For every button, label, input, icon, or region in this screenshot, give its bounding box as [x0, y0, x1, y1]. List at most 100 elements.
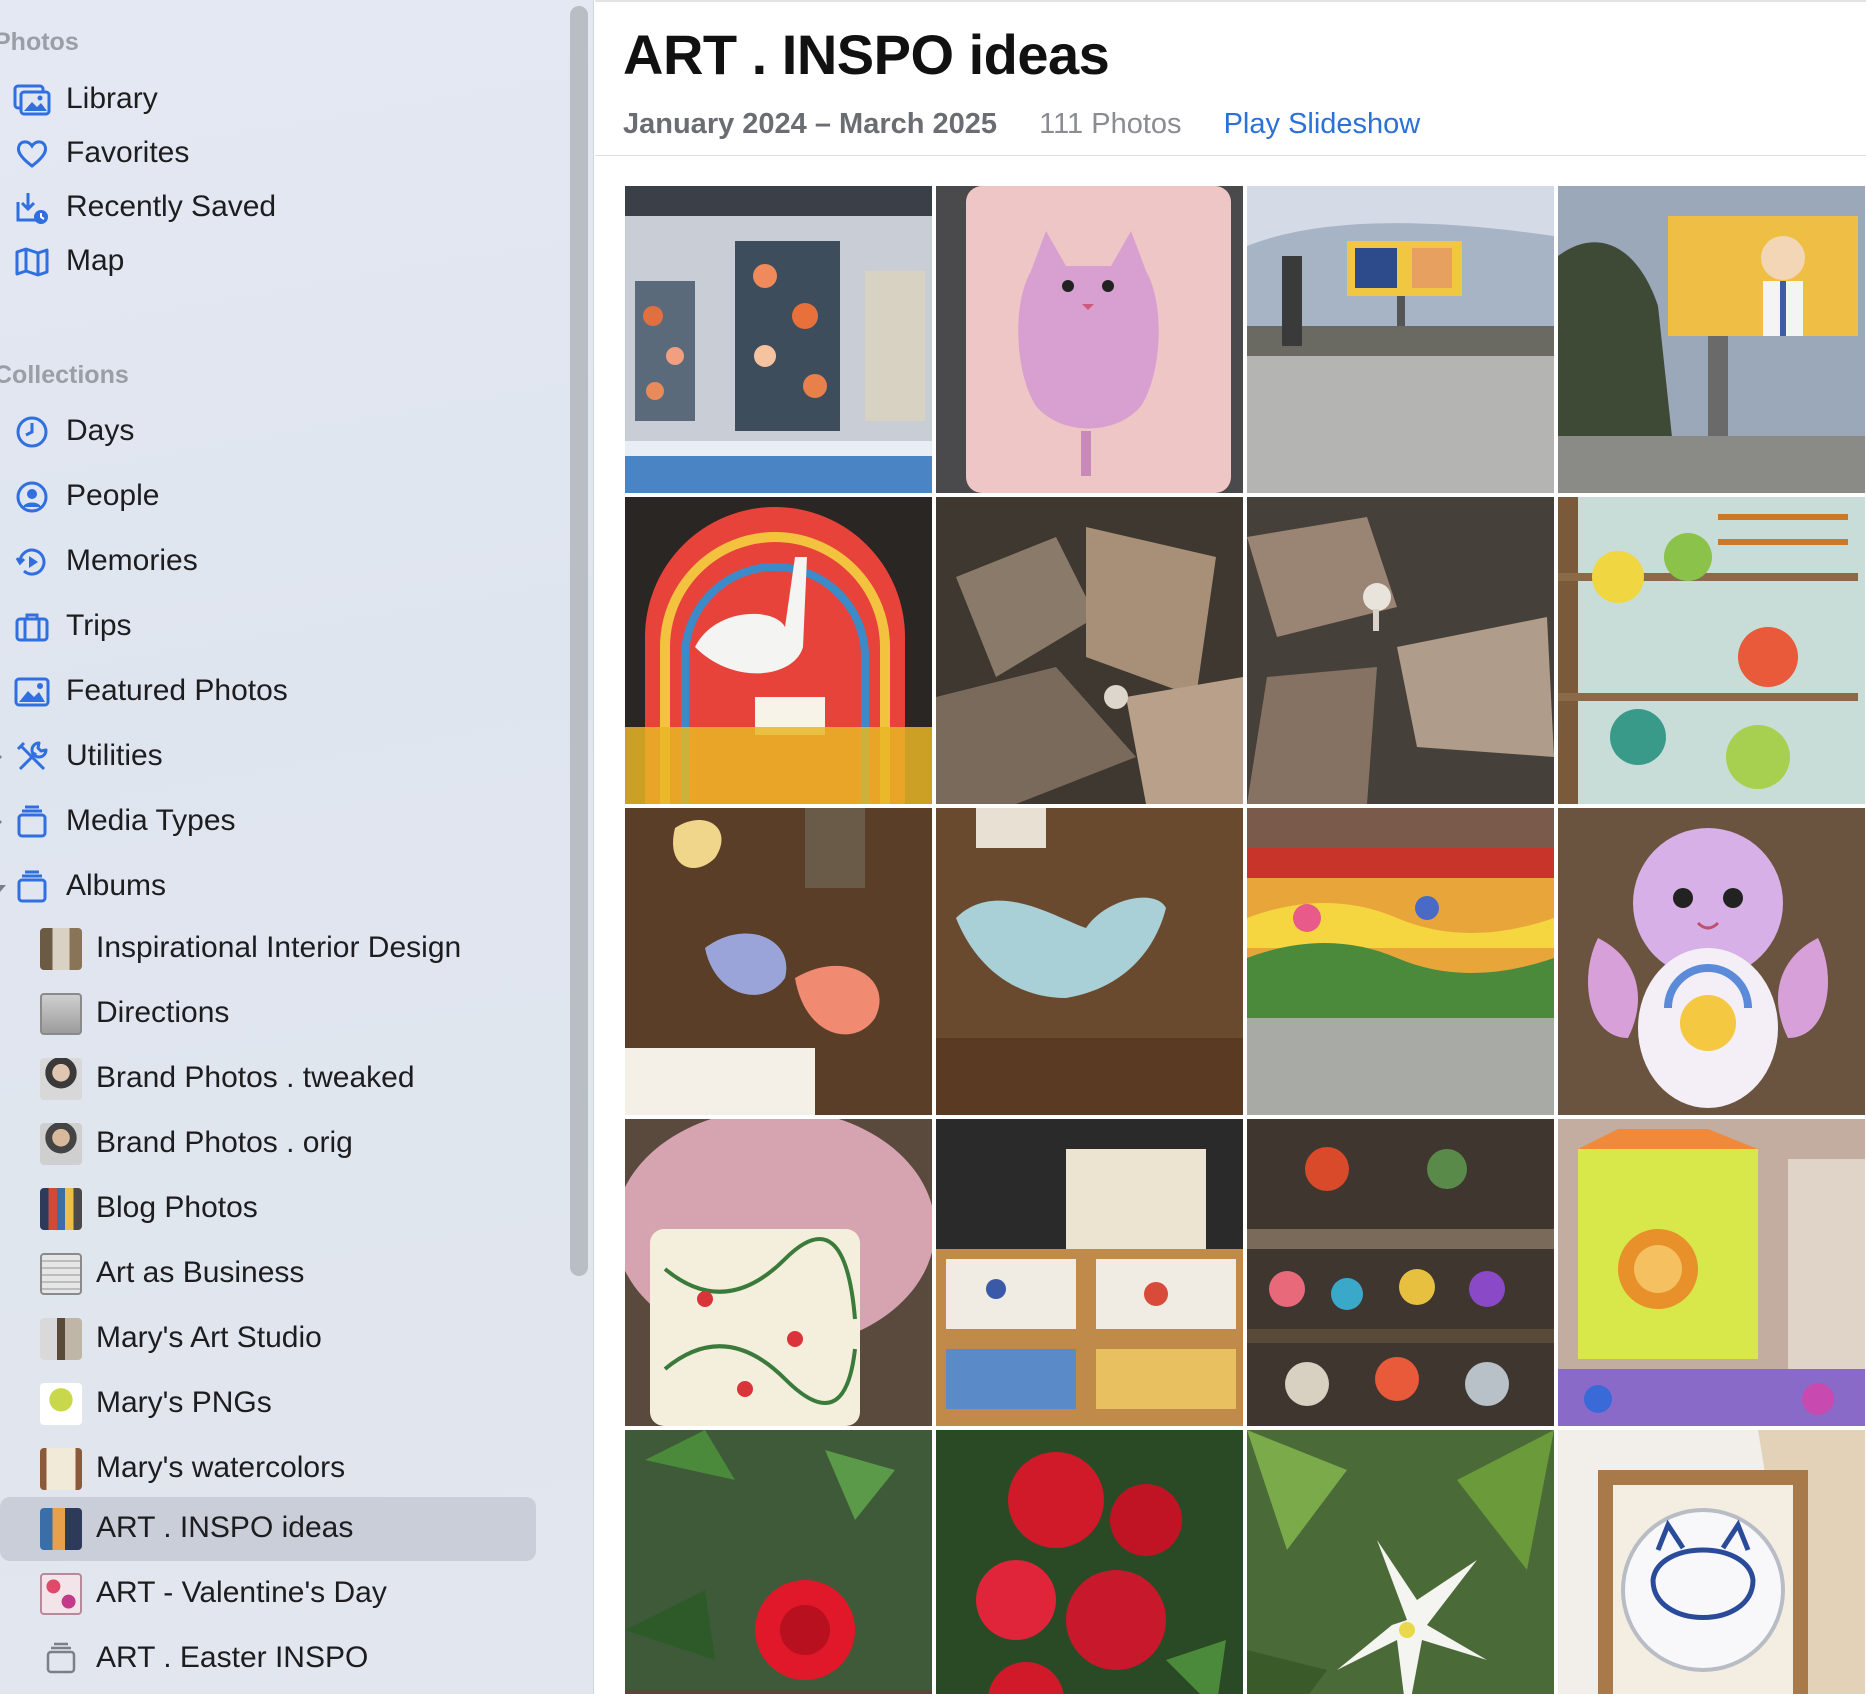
- photo-thumbnail[interactable]: [1558, 1119, 1865, 1426]
- album-item-art-as-business[interactable]: Art as Business: [0, 1242, 540, 1306]
- photo-thumbnail[interactable]: [936, 808, 1243, 1115]
- photo-thumbnail[interactable]: [1247, 186, 1554, 493]
- sidebar-item-label: Days: [66, 414, 135, 447]
- album-item-brand-photos-orig[interactable]: Brand Photos . orig: [0, 1112, 540, 1176]
- photo-thumbnail[interactable]: [1558, 1430, 1865, 1694]
- photo-thumbnail[interactable]: [936, 186, 1243, 493]
- sidebar-item-label: Favorites: [66, 136, 190, 169]
- album-item-marys-watercolors[interactable]: Mary's watercolors: [0, 1437, 540, 1501]
- sidebar-item-label: Recently Saved: [66, 190, 277, 223]
- chevron-down-icon[interactable]: [0, 885, 6, 892]
- photo-thumbnail[interactable]: [1247, 1430, 1554, 1694]
- album-thumbnail: [40, 993, 82, 1035]
- album-thumbnail: [40, 1123, 82, 1165]
- photo-thumbnail[interactable]: [936, 497, 1243, 804]
- photo-thumbnail[interactable]: [625, 1430, 932, 1694]
- album-label: Art as Business: [96, 1256, 305, 1289]
- album-label: Mary's Art Studio: [96, 1321, 322, 1354]
- album-item-marys-art-studio[interactable]: Mary's Art Studio: [0, 1307, 540, 1371]
- album-view: ART . INSPO ideas January 2024 – March 2…: [595, 0, 1866, 1694]
- photo-thumbnail[interactable]: [1558, 186, 1865, 493]
- sidebar-item-label: Map: [66, 244, 125, 277]
- photo-thumbnail[interactable]: [1247, 497, 1554, 804]
- album-subtitle: January 2024 – March 2025 111 Photos Pla…: [623, 108, 1420, 141]
- photo-thumbnail[interactable]: [625, 186, 932, 493]
- album-thumbnail: [40, 1383, 82, 1425]
- album-thumbnail: [40, 1448, 82, 1490]
- album-photo-count: 111 Photos: [1039, 108, 1182, 140]
- photo-thumbnail[interactable]: [625, 1119, 932, 1426]
- photo-thumbnail[interactable]: [936, 1430, 1243, 1694]
- clock-icon: [12, 414, 52, 450]
- sidebar-item-memories[interactable]: Memories: [0, 530, 540, 594]
- album-item-art-easter-inspo[interactable]: ART . Easter INSPO: [0, 1627, 540, 1691]
- album-item-directions[interactable]: Directions: [0, 982, 540, 1046]
- sidebar-item-label: Utilities: [66, 739, 163, 772]
- album-thumbnail: [40, 1508, 82, 1550]
- sidebar-item-label: Memories: [66, 544, 198, 577]
- album-item-art-valentines-day[interactable]: ART - Valentine's Day: [0, 1562, 540, 1626]
- album-item-inspirational-interior-design[interactable]: Inspirational Interior Design: [0, 917, 540, 981]
- album-title: ART . INSPO ideas: [623, 23, 1110, 86]
- album-thumbnail: [40, 1058, 82, 1100]
- photo-thumbnail[interactable]: [1247, 808, 1554, 1115]
- album-label: ART . Easter INSPO: [96, 1641, 369, 1674]
- sidebar-item-label: Featured Photos: [66, 674, 288, 707]
- sidebar-item-label: Library: [66, 82, 158, 115]
- chevron-right-icon[interactable]: [0, 751, 2, 763]
- album-label: Brand Photos . tweaked: [96, 1061, 415, 1094]
- sidebar-item-label: People: [66, 479, 160, 512]
- photo-thumbnail[interactable]: [625, 808, 932, 1115]
- sidebar-scrollbar[interactable]: [570, 6, 588, 1276]
- section-header-photos: Photos: [0, 28, 79, 56]
- photo-thumbnail[interactable]: [936, 1119, 1243, 1426]
- stack-icon: [40, 1638, 82, 1680]
- album-thumbnail: [40, 928, 82, 970]
- photo-icon: [12, 674, 52, 710]
- album-label: ART . INSPO ideas: [96, 1511, 354, 1544]
- photo-grid: [625, 186, 1866, 1694]
- top-divider: [595, 0, 1866, 2]
- suitcase-icon: [12, 609, 52, 645]
- sidebar-item-label: Media Types: [66, 804, 236, 837]
- header-divider: [595, 155, 1866, 156]
- photo-thumbnail[interactable]: [1558, 497, 1865, 804]
- sidebar-item-featured-photos[interactable]: Featured Photos: [0, 660, 540, 724]
- sidebar-item-days[interactable]: Days: [0, 400, 540, 464]
- album-label: Directions: [96, 996, 230, 1029]
- album-thumbnail: [40, 1318, 82, 1360]
- sidebar: Photos Library Favorites Recently Saved …: [0, 0, 594, 1694]
- memories-icon: [12, 544, 52, 580]
- album-thumbnail: [40, 1253, 82, 1295]
- play-slideshow-button[interactable]: Play Slideshow: [1224, 108, 1421, 140]
- album-label: Inspirational Interior Design: [96, 931, 462, 964]
- album-item-blog-photos[interactable]: Blog Photos: [0, 1177, 540, 1241]
- recently-saved-icon: [12, 190, 52, 226]
- sidebar-item-map[interactable]: Map: [0, 230, 540, 294]
- photo-thumbnail[interactable]: [1247, 1119, 1554, 1426]
- sidebar-item-trips[interactable]: Trips: [0, 595, 540, 659]
- album-item-art-inspo-ideas[interactable]: ART . INSPO ideas: [0, 1497, 536, 1561]
- photo-thumbnail[interactable]: [625, 497, 932, 804]
- chevron-right-icon[interactable]: [0, 816, 2, 828]
- sidebar-item-albums[interactable]: Albums: [0, 855, 540, 919]
- album-thumbnail: [40, 1573, 82, 1615]
- album-label: Mary's watercolors: [96, 1451, 346, 1484]
- sidebar-item-media-types[interactable]: Media Types: [0, 790, 540, 854]
- album-item-marys-pngs[interactable]: Mary's PNGs: [0, 1372, 540, 1436]
- album-label: Brand Photos . orig: [96, 1126, 353, 1159]
- sidebar-item-people[interactable]: People: [0, 465, 540, 529]
- sidebar-item-label: Albums: [66, 869, 167, 902]
- person-circle-icon: [12, 479, 52, 515]
- sidebar-item-utilities[interactable]: Utilities: [0, 725, 540, 789]
- album-label: Blog Photos: [96, 1191, 258, 1224]
- album-item-brand-photos-tweaked[interactable]: Brand Photos . tweaked: [0, 1047, 540, 1111]
- tools-icon: [12, 739, 52, 775]
- album-date-range: January 2024 – March 2025: [623, 108, 998, 140]
- library-icon: [12, 82, 52, 118]
- photo-thumbnail[interactable]: [1558, 808, 1865, 1115]
- sidebar-item-label: Trips: [66, 609, 132, 642]
- album-label: ART - Valentine's Day: [96, 1576, 387, 1609]
- map-icon: [12, 244, 52, 280]
- album-thumbnail: [40, 1188, 82, 1230]
